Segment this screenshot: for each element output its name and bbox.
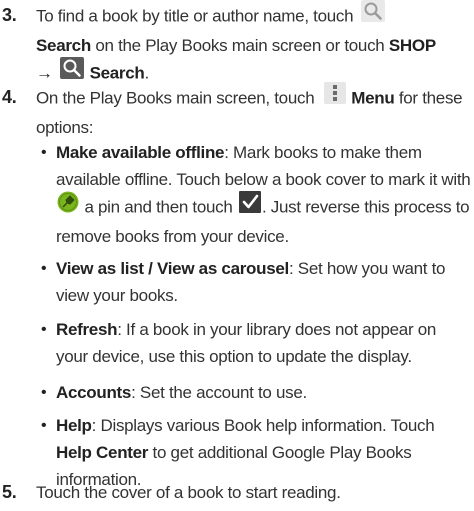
- bullet: •: [41, 321, 47, 338]
- option-text: Refresh: If a book in your library does …: [56, 320, 437, 366]
- bullet: •: [41, 144, 47, 161]
- step-5-text: Touch the cover of a book to start readi…: [36, 483, 341, 502]
- step-3-text: To find a book by title or author name, …: [36, 0, 468, 89]
- step-number: 5.: [2, 482, 17, 502]
- bullet: •: [41, 384, 47, 401]
- checkmark-icon: [238, 191, 261, 221]
- search-icon: [60, 57, 85, 87]
- manual-page: 3. To find a book by title or author nam…: [0, 0, 474, 511]
- step-4: 4. On the Play Books main screen, touch …: [0, 82, 474, 141]
- option-make-available-offline: • Make available offline: Mark books to …: [36, 139, 472, 249]
- bullet: •: [41, 260, 47, 277]
- option-view-as-list: • View as list / View as carousel: Set h…: [36, 255, 472, 309]
- step-5: 5. Touch the cover of a book to start re…: [0, 479, 474, 506]
- step-3: 3. To find a book by title or author nam…: [0, 0, 474, 82]
- step-number: 4.: [2, 87, 17, 107]
- pin-icon: [57, 191, 79, 221]
- option-text: View as list / View as carousel: Set how…: [56, 259, 446, 305]
- overflow-menu-icon: [323, 82, 346, 112]
- option-help: • Help: Displays various Book help infor…: [36, 412, 472, 489]
- option-refresh: • Refresh: If a book in your library doe…: [36, 316, 472, 370]
- option-accounts: • Accounts: Set the account to use.: [36, 379, 472, 406]
- step-number: 3.: [2, 5, 17, 25]
- option-text: Make available offline: Mark books to ma…: [56, 143, 471, 246]
- bullet: •: [41, 417, 47, 434]
- option-text: Accounts: Set the account to use.: [56, 383, 307, 402]
- step-4-text: On the Play Books main screen, touch Men…: [36, 82, 468, 141]
- search-icon: [360, 0, 385, 30]
